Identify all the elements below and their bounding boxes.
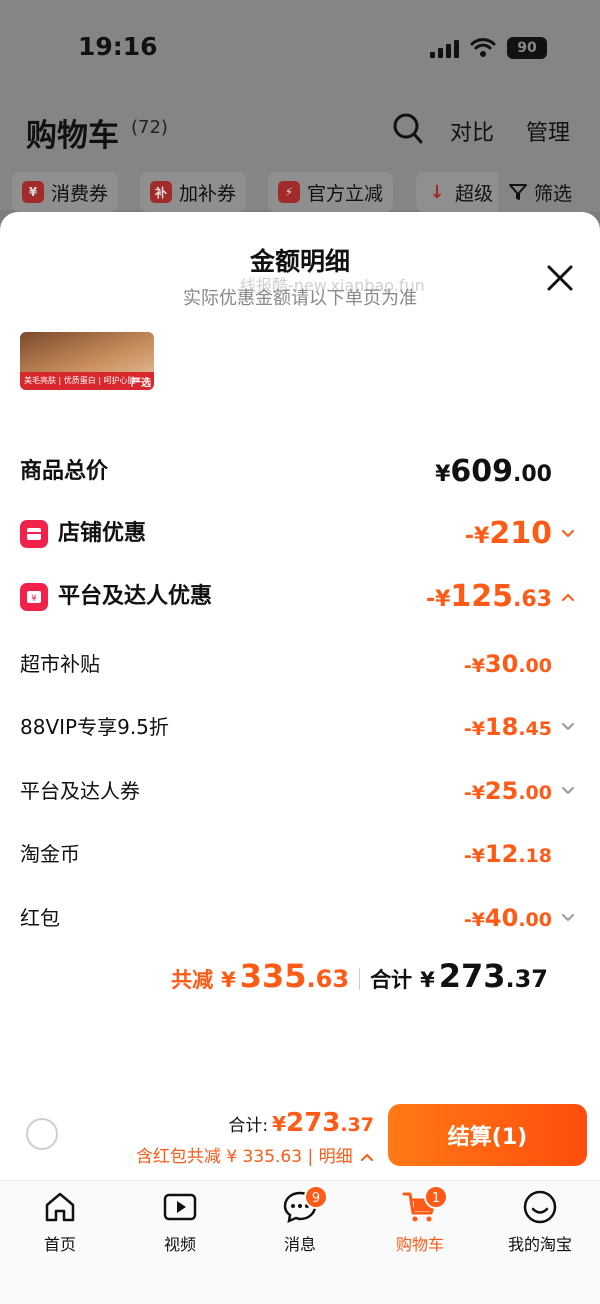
chip-label: 消费券	[51, 182, 109, 205]
chip-label: 加补券	[179, 182, 237, 205]
tab-label: 我的淘宝	[507, 1235, 572, 1254]
coupon-icon: ¥	[20, 583, 48, 611]
row-amount: ¥609.00	[435, 454, 552, 489]
chip-subsidy-coupon[interactable]: 补 加补券	[140, 172, 247, 212]
saved-label: 共减	[171, 968, 214, 992]
chevron-down-icon[interactable]	[560, 719, 576, 735]
product-thumbnail: 美毛亮肤 | 优质蛋白 | 呵护心脏 严选	[20, 332, 154, 390]
sheet-summary: 共减 ¥ 335 .63 合计 ¥ 273 .37	[171, 957, 548, 1001]
total-amount: 273	[438, 957, 506, 995]
row-amount: -¥30.00	[463, 650, 552, 678]
home-icon	[45, 1192, 75, 1222]
row-label: 88VIP专享9.5折	[20, 715, 169, 739]
filter-button[interactable]: 筛选	[498, 172, 600, 212]
saved-decimal: .63	[306, 965, 350, 993]
saved-amount: 335	[239, 957, 307, 995]
checkout-button[interactable]: 结算(1)	[388, 1104, 587, 1166]
tab-label: 消息	[283, 1235, 316, 1254]
sum-label: 合计:	[228, 1116, 269, 1136]
filter-icon	[509, 184, 527, 200]
row-platform-coupon[interactable]: 平台及达人券 -¥25.00	[20, 771, 580, 811]
row-label: 店铺优惠	[58, 521, 147, 546]
close-icon[interactable]	[544, 262, 576, 294]
tab-label: 购物车	[395, 1235, 444, 1254]
manage-button[interactable]: 管理	[526, 115, 570, 147]
filter-label: 筛选	[534, 182, 573, 205]
chip-label: 官方立减	[307, 182, 384, 205]
row-red-packet[interactable]: 红包 -¥40.00	[20, 898, 580, 938]
row-label: 红包	[20, 906, 60, 930]
total-label: 合计	[370, 968, 413, 992]
total-decimal: .37	[505, 965, 548, 993]
row-amount: -¥25.00	[463, 777, 552, 805]
chip-label: 超级	[455, 182, 494, 205]
row-label: 平台及达人券	[20, 779, 140, 803]
watermark: 线报酷-new.xianbao.fun	[240, 276, 425, 295]
checkout-bar: 合计: ¥ 273 .37 含红包共减 ¥ 335.63 | 明细 结算(1)	[0, 1094, 600, 1178]
video-icon	[163, 1193, 197, 1221]
sum-decimal: .37	[340, 1114, 374, 1136]
chip-official-discount[interactable]: ⚡ 官方立减	[268, 172, 394, 212]
row-amount: -¥40.00	[463, 904, 552, 932]
row-amount: -¥18.45	[463, 713, 552, 741]
tab-bar: 首页 视频 9 消息 1 购物车 我的淘宝	[0, 1180, 600, 1304]
subsidy-icon: 补	[150, 181, 172, 203]
chevron-up-icon	[361, 1153, 373, 1161]
chevron-up-icon[interactable]	[560, 589, 576, 605]
message-badge: 9	[304, 1185, 328, 1209]
tab-home[interactable]: 首页	[0, 1189, 120, 1255]
row-vip-discount[interactable]: 88VIP专享9.5折 -¥18.45	[20, 707, 580, 747]
tab-video[interactable]: 视频	[120, 1189, 240, 1255]
arrow-down-icon: ↓	[429, 181, 445, 203]
cart-badge: 1	[424, 1185, 448, 1209]
tab-messages[interactable]: 9 消息	[240, 1185, 360, 1255]
status-bar: 19:16 90	[0, 0, 600, 100]
row-taojinbi: 淘金币 -¥12.18	[20, 834, 580, 874]
cart-count: (72)	[131, 117, 168, 138]
coupon-icon: ¥	[22, 181, 44, 203]
discount-detail-text: 含红包共减 ¥ 335.63 | 明细	[135, 1147, 353, 1167]
row-amount: -¥125.63	[425, 579, 552, 614]
tab-cart[interactable]: 1 购物车	[360, 1185, 480, 1255]
compare-button[interactable]: 对比	[450, 115, 494, 147]
row-total-price: 商品总价 ¥609.00	[20, 452, 580, 492]
row-platform-discount[interactable]: ¥ 平台及达人优惠 -¥125.63	[20, 577, 580, 617]
chevron-down-icon[interactable]	[560, 783, 576, 799]
row-label: 平台及达人优惠	[58, 584, 213, 609]
store-icon	[20, 520, 48, 548]
divider	[359, 968, 361, 990]
row-label: 超市补贴	[20, 652, 100, 676]
row-label: 商品总价	[20, 459, 109, 484]
row-label: 淘金币	[20, 842, 80, 866]
wifi-icon	[470, 38, 496, 57]
chip-consumer-coupon[interactable]: ¥ 消费券	[12, 172, 119, 212]
profile-icon	[523, 1190, 557, 1224]
select-all-radio[interactable]	[26, 1118, 58, 1150]
chevron-down-icon[interactable]	[560, 910, 576, 926]
product-tag: 严选	[131, 378, 151, 389]
sum-yen: ¥	[272, 1112, 287, 1136]
row-supermarket-subsidy: 超市补贴 -¥30.00	[20, 644, 580, 684]
status-time: 19:16	[78, 32, 158, 61]
sum-amount: 273	[286, 1108, 341, 1138]
signal-icon	[430, 40, 459, 58]
tab-label: 首页	[43, 1235, 76, 1254]
saved-yen: ¥	[221, 968, 236, 992]
detail-toggle[interactable]: 含红包共减 ¥ 335.63 | 明细	[136, 1142, 374, 1167]
tab-my-taobao[interactable]: 我的淘宝	[480, 1189, 600, 1255]
tab-label: 视频	[163, 1235, 196, 1254]
page-title: 购物车	[26, 118, 119, 154]
row-store-discount[interactable]: 店铺优惠 -¥210	[20, 514, 580, 554]
lightning-icon: ⚡	[278, 181, 300, 203]
chevron-down-icon[interactable]	[560, 526, 576, 542]
cart-header: 购物车 (72) 对比 管理 ¥ 消费券 补 加补券 ⚡ 官方立减 ↓ 超级 筛…	[0, 100, 600, 212]
checkout-sum: 合计: ¥ 273 .37	[228, 1108, 374, 1138]
search-icon[interactable]	[393, 112, 423, 144]
battery-indicator: 90	[507, 37, 547, 59]
total-yen: ¥	[420, 968, 435, 992]
svg-text:¥: ¥	[31, 594, 37, 604]
row-amount: -¥12.18	[463, 840, 552, 868]
row-amount: -¥210	[464, 516, 552, 551]
